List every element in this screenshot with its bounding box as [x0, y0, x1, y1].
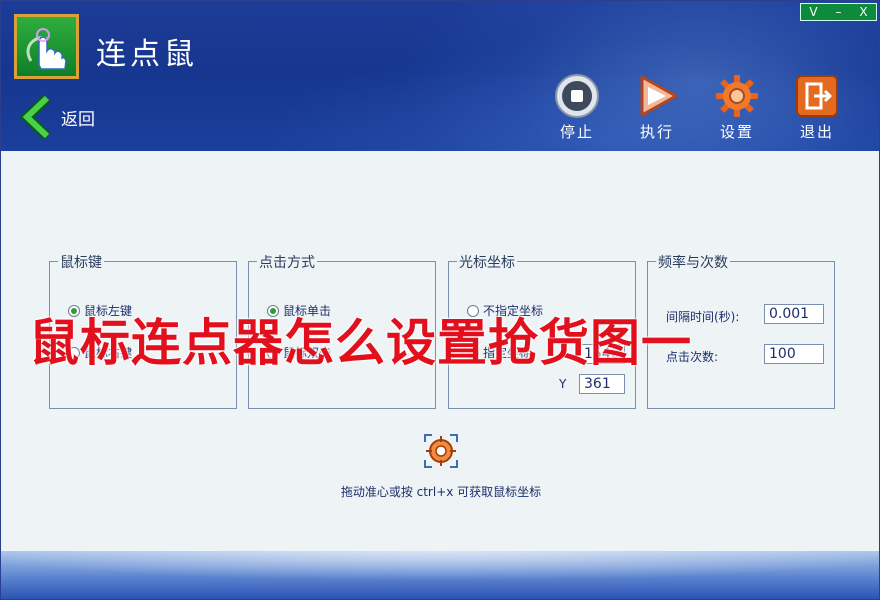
- execute-button[interactable]: 执行: [627, 73, 687, 142]
- crosshair-icon: [424, 434, 458, 468]
- chevron-left-icon: [19, 95, 51, 139]
- exit-icon: [796, 75, 838, 117]
- crosshair-target[interactable]: [423, 433, 459, 469]
- pointing-hand-icon: [26, 27, 67, 70]
- overlay-caption: 鼠标连点器怎么设置抢货图一: [29, 314, 692, 372]
- restore-button[interactable]: V: [801, 4, 826, 20]
- group-title: 点击方式: [257, 252, 317, 272]
- settings-label: 设置: [719, 123, 754, 141]
- exit-label: 退出: [799, 123, 834, 141]
- header-bar: 连点鼠 返回 V – X 停止 执行 设置 退出: [1, 1, 879, 151]
- back-button[interactable]: 返回: [19, 95, 95, 139]
- interval-field[interactable]: 0.001: [764, 304, 824, 324]
- stop-icon: [555, 74, 599, 118]
- y-label: Y: [559, 377, 567, 391]
- gear-icon: [716, 75, 758, 117]
- window-controls: V – X: [800, 3, 877, 21]
- settings-button[interactable]: 设置: [707, 73, 767, 142]
- stop-button[interactable]: 停止: [547, 73, 607, 142]
- exit-button[interactable]: 退出: [787, 73, 847, 142]
- stop-label: 停止: [559, 123, 594, 141]
- y-coordinate-field[interactable]: 361: [579, 374, 625, 394]
- group-title: 鼠标键: [58, 252, 104, 272]
- app-logo: [14, 14, 79, 79]
- play-icon: [640, 75, 678, 117]
- execute-label: 执行: [639, 123, 674, 141]
- close-button[interactable]: X: [851, 4, 876, 20]
- back-label: 返回: [61, 109, 95, 130]
- hint-text: 拖动准心或按 ctrl+x 可获取鼠标坐标: [340, 485, 542, 499]
- footer-bar: [1, 551, 879, 599]
- app-window: 连点鼠 返回 V – X 停止 执行 设置 退出 鼠标键 鼠标左键 鼠标右键 点…: [0, 0, 880, 600]
- group-title: 光标坐标: [457, 252, 517, 272]
- minimize-button[interactable]: –: [826, 4, 851, 20]
- app-title: 连点鼠: [96, 37, 198, 72]
- group-title: 频率与次数: [656, 252, 730, 272]
- count-field[interactable]: 100: [764, 344, 824, 364]
